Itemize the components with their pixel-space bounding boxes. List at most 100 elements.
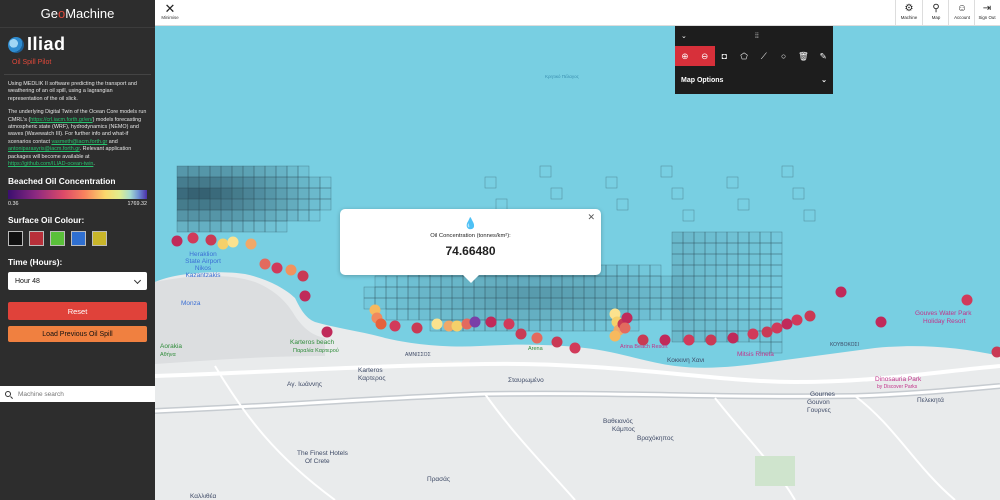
beached-oil-marker[interactable] — [321, 326, 333, 338]
beached-oil-marker[interactable] — [515, 328, 527, 340]
oil-grid-cell — [605, 176, 618, 189]
crl-link[interactable]: https://crl.iacm.forth.gr/en/ — [30, 117, 92, 123]
polygon-icon[interactable]: ⬠ — [734, 46, 754, 66]
load-previous-oil-spill-button[interactable]: Load Previous Oil Spill — [8, 326, 147, 343]
beached-oil-marker[interactable] — [299, 290, 311, 302]
beached-oil-marker[interactable] — [297, 270, 309, 282]
map-label: Γουρνες — [807, 407, 831, 414]
oil-grid-cell — [385, 275, 398, 288]
swatch-red[interactable] — [29, 231, 44, 247]
beached-oil-marker[interactable] — [389, 320, 401, 332]
swatch-yellow[interactable] — [92, 231, 107, 247]
trash-icon[interactable]: 🗑 — [794, 46, 814, 66]
minimise-button[interactable]: ✕ Minimise — [157, 2, 183, 20]
beached-oil-marker[interactable] — [187, 232, 199, 244]
beached-oil-marker[interactable] — [205, 234, 217, 246]
oil-grid-cell — [748, 231, 761, 244]
drag-handle-icon[interactable]: ⁞⁞ — [755, 33, 759, 40]
beached-oil-marker[interactable] — [411, 322, 423, 334]
email-link-vasmeth[interactable]: vasmeth@iacm.forth.gr — [51, 139, 107, 145]
swatch-green[interactable] — [50, 231, 65, 247]
beached-oil-marker[interactable] — [451, 320, 463, 332]
beached-oil-marker[interactable] — [375, 318, 387, 330]
oil-grid-cell — [209, 165, 222, 178]
oil-grid-cell — [649, 275, 662, 288]
oil-grid-cell — [627, 286, 640, 299]
description-paragraph-1: Using MEDLIK II software predicting the … — [8, 81, 137, 102]
oil-grid-cell — [671, 242, 684, 255]
beached-oil-marker[interactable] — [747, 328, 759, 340]
oil-grid-cell — [671, 231, 684, 244]
oil-grid-cell — [561, 286, 574, 299]
oil-grid-cell — [638, 308, 651, 321]
beached-oil-marker[interactable] — [245, 238, 257, 250]
beached-oil-marker[interactable] — [431, 318, 443, 330]
beached-oil-marker[interactable] — [485, 316, 497, 328]
edit-icon[interactable]: ✎ — [813, 46, 833, 66]
beached-oil-marker[interactable] — [469, 316, 481, 328]
line-icon[interactable]: ⟋ — [754, 46, 774, 66]
swatch-blue[interactable] — [71, 231, 86, 247]
beached-oil-marker[interactable] — [875, 316, 887, 328]
beached-oil-marker[interactable] — [619, 322, 631, 334]
droplet-icon: 💧 — [463, 218, 478, 230]
geomachine-logo[interactable]: Ge o Machine — [0, 0, 155, 28]
beached-oil-marker[interactable] — [621, 312, 633, 324]
beached-oil-marker[interactable] — [217, 238, 229, 250]
oil-grid-cell — [726, 286, 739, 299]
oil-grid-cell — [759, 242, 772, 255]
account-button[interactable]: ☺ Account — [949, 3, 975, 20]
github-link[interactable]: https://github.com/ILIAD-ocean-twin — [8, 161, 93, 167]
iliad-swirl-icon — [8, 36, 24, 53]
map-options-toggle[interactable]: Map Options ⌄ — [675, 66, 833, 94]
beached-oil-marker[interactable] — [727, 332, 739, 344]
beached-oil-marker[interactable] — [683, 334, 695, 346]
beached-oil-marker[interactable] — [961, 294, 973, 306]
beached-oil-marker[interactable] — [227, 236, 239, 248]
beached-oil-marker[interactable] — [761, 326, 773, 338]
beached-oil-marker[interactable] — [285, 264, 297, 276]
oil-grid-cell — [660, 275, 673, 288]
oil-grid-cell — [198, 176, 211, 189]
signout-button[interactable]: ⇥ Sign Out — [974, 3, 1000, 20]
beached-oil-marker[interactable] — [705, 334, 717, 346]
reset-button[interactable]: Reset — [8, 302, 147, 321]
zoom-out-icon[interactable]: ⊖ — [694, 46, 715, 66]
oil-grid-cell — [264, 165, 277, 178]
swatch-black[interactable] — [8, 231, 23, 247]
beached-oil-marker[interactable] — [503, 318, 515, 330]
beached-oil-marker[interactable] — [781, 318, 793, 330]
circle-icon[interactable]: ○ — [774, 46, 794, 66]
oil-grid-cell — [671, 297, 684, 310]
oil-grid-cell — [308, 209, 321, 222]
beached-oil-marker[interactable] — [791, 314, 803, 326]
machine-search-placeholder: Machine search — [18, 390, 64, 398]
beached-oil-marker[interactable] — [609, 330, 621, 342]
zoom-in-icon[interactable]: ⊕ — [675, 46, 695, 66]
oil-grid-cell — [506, 308, 519, 321]
beached-oil-marker[interactable] — [569, 342, 581, 354]
map-label: Monza — [181, 300, 201, 307]
email-link-antoniparasyris[interactable]: antoniparasyris@iacm.forth.gr — [8, 146, 80, 152]
oil-grid-cell — [693, 264, 706, 277]
machine-search-input[interactable]: Machine search — [0, 386, 155, 402]
beached-oil-marker[interactable] — [531, 332, 543, 344]
beached-oil-marker[interactable] — [771, 322, 783, 334]
map-label: Map — [931, 15, 941, 20]
machine-button[interactable]: ⚙ Machine — [896, 3, 922, 20]
beached-oil-marker[interactable] — [171, 235, 183, 247]
map-button[interactable]: ⚲ Map — [923, 3, 949, 20]
close-icon[interactable]: ✕ — [587, 212, 595, 223]
beached-oil-marker[interactable] — [259, 258, 271, 270]
collapse-chevron-icon[interactable]: ⌄ — [681, 32, 687, 40]
beached-oil-marker[interactable] — [835, 286, 847, 298]
beached-oil-marker[interactable] — [804, 310, 816, 322]
map-label: Mitsis Rinela — [737, 351, 774, 358]
beached-oil-marker[interactable] — [551, 336, 563, 348]
camera-icon[interactable]: ◘ — [715, 46, 735, 66]
surface-oil-title: Surface Oil Colour: — [8, 215, 85, 226]
oil-grid-cell — [275, 198, 288, 211]
map-label: Dinosauria Park — [875, 376, 922, 383]
beached-oil-marker[interactable] — [271, 262, 283, 274]
hour-select[interactable]: Hour 48 — [8, 272, 147, 291]
